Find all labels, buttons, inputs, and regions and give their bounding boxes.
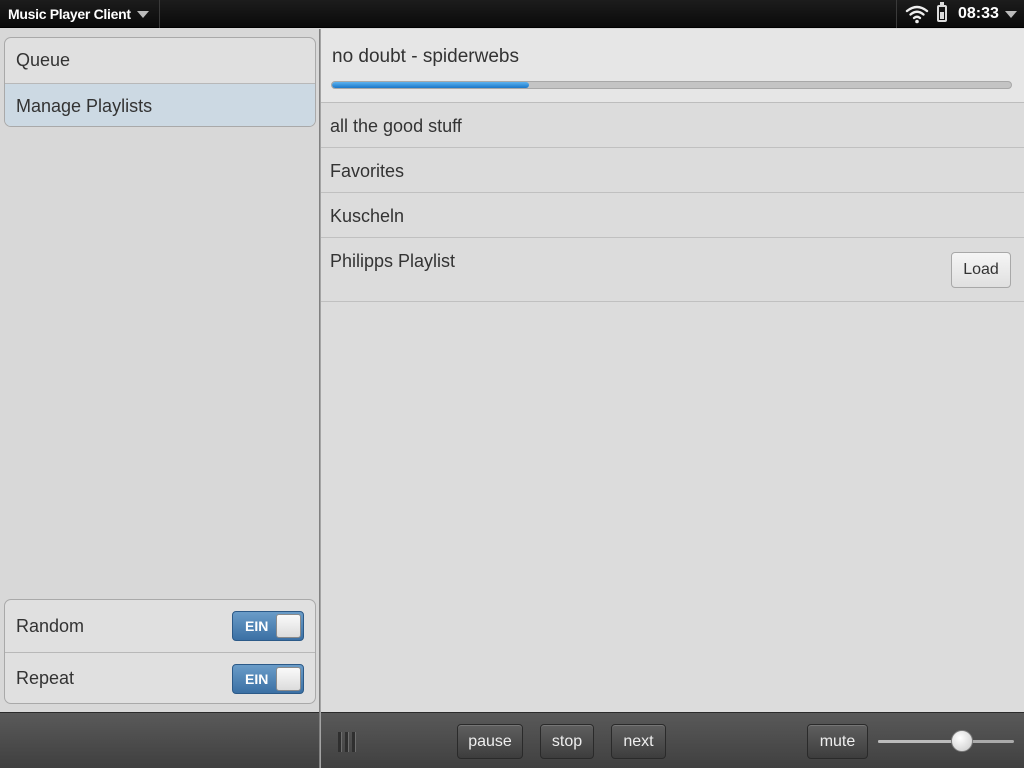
playlist-row[interactable]: Philipps Playlist Load xyxy=(321,238,1024,302)
volume-thumb[interactable] xyxy=(951,730,974,752)
now-playing-header: no doubt - spiderwebs xyxy=(321,29,1024,103)
playback-toolbar: pause stop next mute xyxy=(321,712,1024,768)
pause-button[interactable]: pause xyxy=(457,724,523,759)
mute-button[interactable]: mute xyxy=(807,724,868,759)
volume-fill xyxy=(878,740,963,743)
track-title: no doubt - spiderwebs xyxy=(332,46,519,67)
toggle-state-label: EIN xyxy=(245,671,269,687)
wifi-icon xyxy=(905,5,929,24)
playlist-name: Kuscheln xyxy=(330,206,405,226)
chevron-down-icon xyxy=(1005,11,1017,18)
system-menu[interactable]: 08:33 xyxy=(896,0,1024,28)
nav-item-label: Manage Playlists xyxy=(16,95,153,116)
progress-bar[interactable] xyxy=(331,81,1012,89)
left-footer xyxy=(0,712,319,768)
repeat-row: Repeat EIN xyxy=(5,652,315,703)
stop-button[interactable]: stop xyxy=(540,724,594,759)
random-row: Random EIN xyxy=(5,600,315,652)
battery-icon xyxy=(937,2,947,22)
repeat-toggle[interactable]: EIN xyxy=(232,664,304,694)
playlist-pane: no doubt - spiderwebs all the good stuff… xyxy=(321,29,1024,712)
random-toggle[interactable]: EIN xyxy=(232,611,304,641)
playlist-row[interactable]: all the good stuff xyxy=(321,103,1024,148)
nav-item-queue[interactable]: Queue xyxy=(5,38,315,83)
nav-item-manage-playlists[interactable]: Manage Playlists xyxy=(5,83,315,126)
playlist-name: Philipps Playlist xyxy=(330,251,456,271)
status-bar: Music Player Client 08:33 xyxy=(0,0,1024,28)
volume-slider[interactable] xyxy=(878,730,1014,752)
left-pane: Queue Manage Playlists Random EIN Repeat… xyxy=(0,29,319,712)
progress-fill xyxy=(332,82,529,88)
toggle-knob xyxy=(276,667,301,691)
playlist-row[interactable]: Kuscheln xyxy=(321,193,1024,238)
playlist-name: Favorites xyxy=(330,161,405,181)
chevron-down-icon xyxy=(137,11,149,18)
drag-handle-icon[interactable] xyxy=(338,732,356,752)
clock: 08:33 xyxy=(958,5,999,22)
app-menu[interactable]: Music Player Client xyxy=(0,0,160,28)
toggle-panel: Random EIN Repeat EIN xyxy=(4,599,316,704)
next-button[interactable]: next xyxy=(611,724,666,759)
repeat-label: Repeat xyxy=(16,668,75,688)
toggle-state-label: EIN xyxy=(245,618,269,634)
load-button[interactable]: Load xyxy=(951,252,1011,288)
app-title: Music Player Client xyxy=(8,6,131,22)
playlist-name: all the good stuff xyxy=(330,116,462,136)
toggle-knob xyxy=(276,614,301,638)
nav-panel: Queue Manage Playlists xyxy=(4,37,316,127)
random-label: Random xyxy=(16,615,85,636)
nav-item-label: Queue xyxy=(16,50,71,70)
playlist-row[interactable]: Favorites xyxy=(321,148,1024,193)
